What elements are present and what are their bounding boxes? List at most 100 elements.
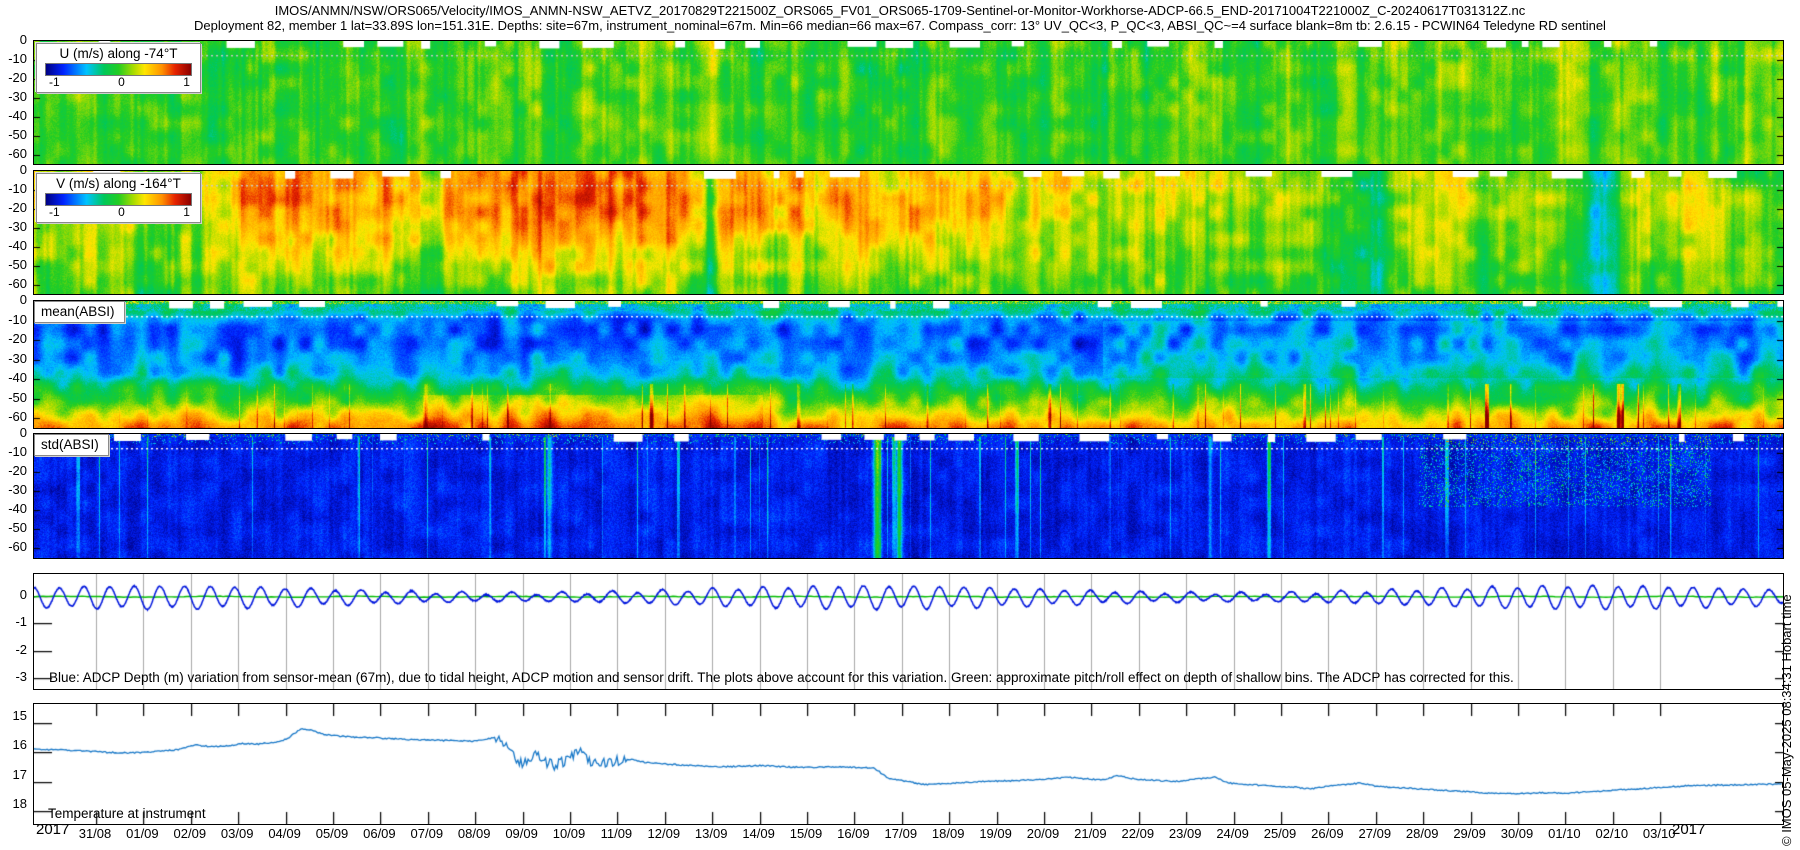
y-tick-label: -20 [0,71,27,85]
y-tick-label: 17 [0,768,27,782]
y-tick-label: 18 [0,797,27,811]
std-absi-panel: std(ABSI) [33,433,1784,559]
x-tick-label: 02/09 [166,827,214,841]
x-tick-label: 27/09 [1351,827,1399,841]
std-absi-label: std(ABSI) [34,434,109,456]
y-tick-label: -30 [0,352,27,366]
colorbar-tick-mid: 0 [118,76,125,89]
depth-annotation: Blue: ADCP Depth (m) variation from sens… [49,670,1514,685]
y-tick-label: -10 [0,313,27,327]
x-tick-label: 03/09 [213,827,261,841]
imos-copyright-watermark: © IMOS 05-May-2025 08:34:31 Hobart time [1779,594,1794,846]
x-tick-label: 14/09 [735,827,783,841]
x-tick-label: 04/09 [261,827,309,841]
y-tick-label: -1 [0,615,27,629]
x-tick-label: 22/09 [1114,827,1162,841]
y-tick-label: -40 [0,239,27,253]
u-colorbar-legend: U (m/s) along -74°T -1 0 1 [36,43,201,93]
x-tick-label: 05/09 [308,827,356,841]
x-tick-label: 24/09 [1209,827,1257,841]
y-tick-label: 15 [0,709,27,723]
temperature-label: Temperature at instrument [48,806,206,821]
x-tick-label: 19/09 [972,827,1020,841]
u-velocity-panel: U (m/s) along -74°T -1 0 1 [33,40,1784,165]
adcp-depth-variation-panel: Blue: ADCP Depth (m) variation from sens… [33,573,1784,690]
u-legend-title: U (m/s) along -74°T [37,46,200,62]
colorbar-tick-max: 1 [183,206,190,219]
y-tick-label: -20 [0,201,27,215]
x-tick-label: 15/09 [782,827,830,841]
mean-absi-heatmap-canvas [34,301,1783,428]
x-tick-label: 29/09 [1446,827,1494,841]
x-tick-label: 31/08 [71,827,119,841]
colorbar-tick-min: -1 [49,76,60,89]
y-tick-label: -30 [0,90,27,104]
y-tick-label: -20 [0,464,27,478]
x-tick-label: 30/09 [1493,827,1541,841]
x-tick-label: 13/09 [687,827,735,841]
y-tick-label: 16 [0,738,27,752]
y-tick-label: -40 [0,109,27,123]
y-tick-label: 0 [0,33,27,47]
colorbar-tick-min: -1 [49,206,60,219]
v-velocity-panel: V (m/s) along -164°T -1 0 1 [33,170,1784,295]
y-tick-label: -50 [0,128,27,142]
x-tick-label: 09/09 [498,827,546,841]
x-tick-label: 23/09 [1161,827,1209,841]
x-tick-label: 16/09 [829,827,877,841]
y-tick-label: -50 [0,258,27,272]
v-velocity-heatmap-canvas [34,171,1783,294]
y-tick-label: -50 [0,521,27,535]
y-tick-label: -60 [0,147,27,161]
colorbar-tick-mid: 0 [118,206,125,219]
colorbar-tick-max: 1 [183,76,190,89]
x-axis-year-left: 2017 [36,822,69,838]
x-tick-label: 12/09 [640,827,688,841]
x-tick-label: 02/10 [1588,827,1636,841]
x-tick-label: 26/09 [1303,827,1351,841]
y-tick-label: -10 [0,52,27,66]
u-velocity-heatmap-canvas [34,41,1783,164]
y-tick-label: 0 [0,293,27,307]
y-tick-label: -10 [0,182,27,196]
x-tick-label: 17/09 [877,827,925,841]
y-tick-label: -60 [0,540,27,554]
x-tick-label: 20/09 [1019,827,1067,841]
v-colorbar-ticks: -1 0 1 [37,206,200,219]
y-tick-label: 0 [0,588,27,602]
v-colorbar-legend: V (m/s) along -164°T -1 0 1 [36,173,201,223]
figure-subtitle-deployment: Deployment 82, member 1 lat=33.89S lon=1… [0,19,1800,33]
temperature-panel: Temperature at instrument [33,703,1784,825]
x-tick-label: 10/09 [545,827,593,841]
y-tick-label: -3 [0,670,27,684]
figure: IMOS/ANMN/NSW/ORS065/Velocity/IMOS_ANMN-… [0,0,1800,850]
y-tick-label: -10 [0,445,27,459]
x-tick-label: 21/09 [1066,827,1114,841]
x-tick-label: 11/09 [592,827,640,841]
v-legend-title: V (m/s) along -164°T [37,176,200,192]
x-tick-label: 01/09 [118,827,166,841]
x-tick-label: 03/10 [1635,827,1683,841]
y-tick-label: -60 [0,277,27,291]
y-tick-label: -20 [0,332,27,346]
y-tick-label: -30 [0,483,27,497]
y-tick-label: -60 [0,410,27,424]
y-tick-label: 0 [0,426,27,440]
y-tick-label: -2 [0,643,27,657]
y-tick-label: 0 [0,163,27,177]
figure-title-filename: IMOS/ANMN/NSW/ORS065/Velocity/IMOS_ANMN-… [0,4,1800,18]
mean-absi-panel: mean(ABSI) [33,300,1784,429]
temperature-line-canvas [34,704,1783,824]
y-tick-label: -30 [0,220,27,234]
x-tick-label: 07/09 [403,827,451,841]
std-absi-heatmap-canvas [34,434,1783,558]
u-colorbar-ticks: -1 0 1 [37,76,200,89]
y-tick-label: -50 [0,391,27,405]
x-tick-label: 08/09 [450,827,498,841]
x-tick-label: 01/10 [1540,827,1588,841]
x-tick-label: 28/09 [1398,827,1446,841]
x-tick-label: 06/09 [355,827,403,841]
mean-absi-label: mean(ABSI) [34,301,125,323]
y-tick-label: -40 [0,502,27,516]
y-tick-label: -40 [0,371,27,385]
